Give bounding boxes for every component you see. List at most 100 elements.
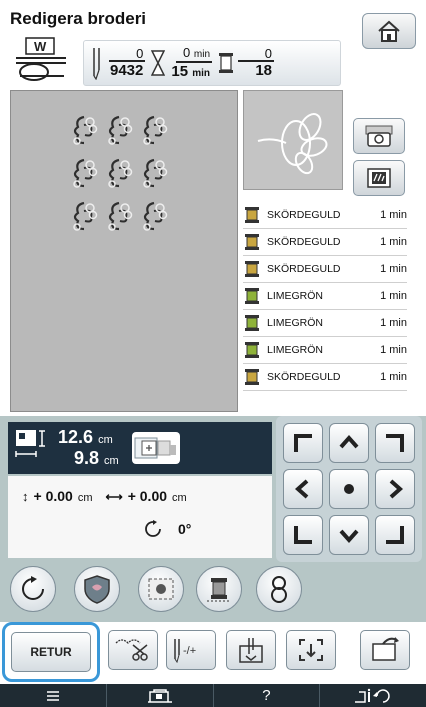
settings-key[interactable] [320, 684, 426, 707]
appliqué-button[interactable] [138, 566, 184, 612]
thread-color-row: LIMEGRÖN 1 min [243, 283, 407, 310]
sewing-machine-key[interactable] [107, 684, 214, 707]
arrow-up-left-icon [294, 434, 312, 452]
frame-corners-icon [299, 639, 323, 661]
scissors-jump-icon [115, 639, 148, 661]
move-up-left-button[interactable] [283, 423, 323, 463]
embroidery-motif [101, 108, 136, 151]
time-total: 15 min [171, 62, 211, 80]
floral-motif-icon [142, 115, 167, 145]
design-size-display: 12.6 cm 9.8 cm [8, 422, 272, 474]
help-key[interactable]: ? [214, 684, 321, 707]
density-button[interactable] [256, 566, 302, 612]
thread-spool-icon [245, 342, 259, 358]
stitch-counter-panel: 0 9432 0 min 15 min 0 18 [83, 40, 341, 86]
arrow-right-icon [389, 479, 404, 499]
thread-color-list: SKÖRDEGULD 1 min SKÖRDEGULD 1 min SKÖRDEGULD… [243, 202, 407, 391]
thread-color-row: SKÖRDEGULD 1 min [243, 229, 407, 256]
presser-foot-indicator: W [14, 36, 72, 82]
floral-motif-icon [72, 202, 97, 232]
thread-color-row: SKÖRDEGULD 1 min [243, 364, 407, 391]
home-icon [378, 20, 400, 42]
resume-button[interactable] [360, 630, 410, 670]
needle-position-icon [239, 638, 263, 663]
shield-icon [84, 575, 110, 604]
move-up-right-button[interactable] [375, 423, 415, 463]
time-counter: 0 min 15 min [151, 46, 213, 80]
embroidery-motif [136, 108, 171, 151]
vertical-arrows-icon: ↕ [22, 489, 29, 504]
center-button[interactable] [329, 469, 369, 509]
floral-motif-icon [107, 115, 132, 145]
thread-color-time: 1 min [380, 290, 407, 302]
thread-spool-icon [219, 52, 234, 73]
thread-spool-icon [245, 234, 259, 250]
thread-color-time: 1 min [380, 344, 407, 356]
needle-plus-minus-icon: -/+ [174, 639, 196, 663]
home-button[interactable] [362, 13, 416, 49]
embroidery-motif [66, 108, 101, 151]
thread-color-row: LIMEGRÖN 1 min [243, 310, 407, 337]
move-down-button[interactable] [329, 515, 369, 555]
arrow-up-icon [339, 434, 359, 449]
menu-key[interactable] [0, 684, 107, 707]
embroidery-motif [136, 151, 171, 194]
stitch-jump-button[interactable]: -/+ [166, 630, 216, 670]
floral-motif-icon [107, 202, 132, 232]
position-display: ↕ + 0.00 cm ⟷ + 0.00 cm 0° [8, 476, 272, 558]
thread-color-button[interactable] [196, 566, 242, 612]
start-position-button[interactable] [226, 630, 276, 670]
arrow-up-right-icon [386, 434, 404, 452]
svg-text:-/+: -/+ [183, 645, 196, 657]
stitch-total: 9432 [110, 62, 144, 80]
trial-embroidery-button[interactable] [286, 630, 336, 670]
thread-color-name: LIMEGRÖN [267, 344, 324, 356]
move-left-button[interactable] [283, 469, 323, 509]
stitch-current: 0 [109, 47, 146, 63]
design-preview-image [257, 113, 328, 175]
move-up-button[interactable] [329, 423, 369, 463]
thread-color-time: 1 min [380, 236, 407, 248]
design-size-values: 12.6 cm 9.8 cm [58, 427, 119, 468]
camera-button[interactable] [353, 118, 405, 154]
floral-motif-icon [72, 158, 97, 188]
move-down-right-button[interactable] [375, 515, 415, 555]
rotate-button[interactable] [10, 566, 56, 612]
embroidery-motif [66, 151, 101, 194]
rotate-icon [22, 576, 44, 600]
border-button[interactable] [74, 566, 120, 612]
question-mark-icon: ? [262, 687, 271, 704]
frame-size-button[interactable] [132, 432, 180, 464]
move-down-left-button[interactable] [283, 515, 323, 555]
sewing-machine-icon [147, 688, 172, 703]
arrow-down-right-icon [386, 526, 404, 544]
thread-color-time: 1 min [380, 263, 407, 275]
jump-stitch-trim-button[interactable] [108, 630, 158, 670]
move-right-button[interactable] [375, 469, 415, 509]
thread-color-name: LIMEGRÖN [267, 317, 324, 329]
settings-icon [355, 688, 390, 703]
retur-highlight: RETUR [2, 622, 100, 682]
design-width: 12.6 [58, 427, 94, 447]
thread-color-row: SKÖRDEGULD 1 min [243, 256, 407, 283]
menu-icon [46, 690, 59, 701]
background-button[interactable] [353, 160, 405, 196]
needle-icon [93, 48, 100, 80]
thread-spool-icon [207, 578, 231, 602]
bottom-toolbar: RETUR -/+ [0, 622, 426, 684]
presser-foot-letter: W [34, 39, 47, 54]
thread-color-time: 1 min [380, 317, 407, 329]
floral-motif-icon [142, 202, 167, 232]
presser-foot-icon: W [16, 37, 66, 81]
horizontal-arrows-icon: ⟷ [105, 490, 123, 504]
embroidery-motif [101, 151, 136, 194]
floral-motif-icon [142, 158, 167, 188]
rotation-angle: 0° [178, 521, 192, 537]
thread-color-name: SKÖRDEGULD [267, 236, 341, 248]
embroidery-motif [66, 195, 101, 238]
retur-button[interactable]: RETUR [11, 632, 91, 672]
size-icon [15, 430, 45, 457]
thread-spool-icon [245, 369, 259, 385]
arrow-down-icon [339, 529, 359, 544]
thread-color-name: LIMEGRÖN [267, 290, 324, 302]
